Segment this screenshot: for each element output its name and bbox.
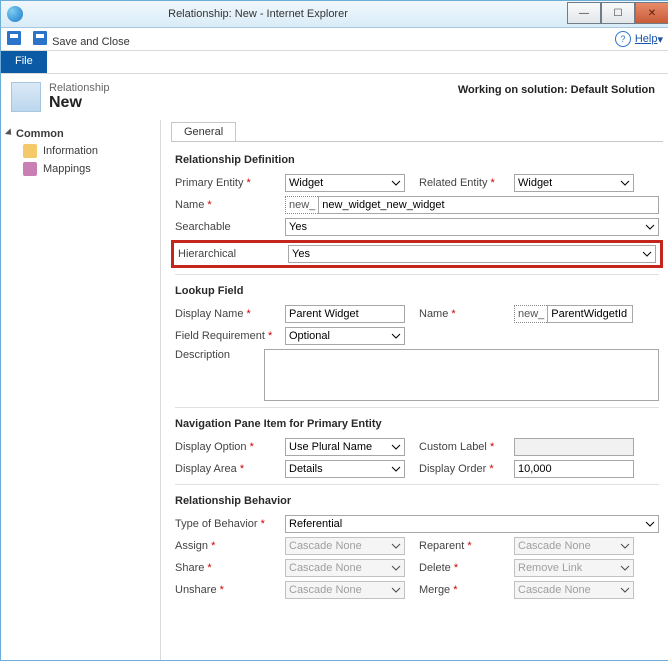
label-display-area: Display Area * bbox=[175, 463, 285, 475]
label-reparent: Reparent * bbox=[405, 540, 514, 552]
label-assign: Assign * bbox=[175, 540, 285, 552]
label-type-of-behavior: Type of Behavior * bbox=[175, 518, 285, 530]
ribbon: File bbox=[1, 51, 668, 74]
hierarchical-select[interactable]: Yes bbox=[288, 245, 656, 263]
collapse-icon bbox=[5, 128, 14, 137]
record-name: New bbox=[49, 94, 110, 112]
form: Relationship Definition Primary Entity *… bbox=[171, 142, 663, 607]
maximize-button[interactable]: ☐ bbox=[601, 2, 635, 24]
name-input[interactable] bbox=[318, 196, 659, 214]
minimize-button[interactable]: — bbox=[567, 2, 601, 24]
unshare-select: Cascade None bbox=[285, 581, 405, 599]
type-of-behavior-select[interactable]: Referential bbox=[285, 515, 659, 533]
label-delete: Delete * bbox=[405, 562, 514, 574]
window-controls: — ☐ ✕ bbox=[567, 4, 668, 24]
help-menu[interactable]: ?Help ▾ bbox=[615, 31, 663, 47]
section-relationship-behavior: Relationship Behavior bbox=[175, 484, 659, 511]
sidebar: Common Information Mappings bbox=[1, 120, 161, 660]
save-button[interactable] bbox=[7, 31, 23, 48]
label-name: Name * bbox=[175, 199, 285, 211]
section-relationship-definition: Relationship Definition bbox=[175, 150, 659, 170]
titlebar: Relationship: New - Internet Explorer — … bbox=[1, 1, 668, 28]
save-and-close-button[interactable]: Save and Close bbox=[33, 31, 130, 48]
mappings-icon bbox=[23, 162, 37, 176]
tabs: General bbox=[171, 122, 663, 142]
save-icon bbox=[7, 31, 21, 45]
display-order-input[interactable] bbox=[514, 460, 634, 478]
lookup-name-input[interactable] bbox=[547, 305, 633, 323]
label-display-order: Display Order * bbox=[405, 463, 514, 475]
label-description: Description bbox=[175, 349, 264, 361]
label-primary-entity: Primary Entity * bbox=[175, 177, 285, 189]
tab-general[interactable]: General bbox=[171, 122, 236, 141]
solution-context: Working on solution: Default Solution bbox=[444, 74, 668, 120]
header-row: Relationship New Working on solution: De… bbox=[1, 74, 668, 120]
field-requirement-select[interactable]: Optional bbox=[285, 327, 405, 345]
label-unshare: Unshare * bbox=[175, 584, 285, 596]
section-lookup-field: Lookup Field bbox=[175, 274, 659, 301]
sidebar-item-information[interactable]: Information bbox=[3, 142, 158, 160]
searchable-select[interactable]: Yes bbox=[285, 218, 659, 236]
label-hierarchical: Hierarchical bbox=[178, 248, 288, 260]
toolbar: Save and Close ?Help ▾ bbox=[1, 28, 668, 51]
section-navigation-pane: Navigation Pane Item for Primary Entity bbox=[175, 407, 659, 434]
name-prefix: new_ bbox=[285, 196, 318, 214]
description-textarea[interactable] bbox=[264, 349, 659, 401]
label-lookup-name: Name * bbox=[405, 308, 514, 320]
app-window: Relationship: New - Internet Explorer — … bbox=[0, 0, 668, 661]
window-title: Relationship: New - Internet Explorer bbox=[29, 8, 567, 20]
assign-select: Cascade None bbox=[285, 537, 405, 555]
display-name-input[interactable] bbox=[285, 305, 405, 323]
sidebar-heading-common[interactable]: Common bbox=[3, 126, 158, 142]
label-display-name: Display Name * bbox=[175, 308, 285, 320]
close-button[interactable]: ✕ bbox=[635, 2, 668, 24]
related-entity-select[interactable]: Widget bbox=[514, 174, 634, 192]
reparent-select: Cascade None bbox=[514, 537, 634, 555]
hierarchical-highlight: Hierarchical Yes bbox=[171, 240, 663, 268]
share-select: Cascade None bbox=[285, 559, 405, 577]
delete-select: Remove Link bbox=[514, 559, 634, 577]
display-area-select[interactable]: Details bbox=[285, 460, 405, 478]
label-share: Share * bbox=[175, 562, 285, 574]
custom-label-input bbox=[514, 438, 634, 456]
display-option-select[interactable]: Use Plural Name bbox=[285, 438, 405, 456]
label-merge: Merge * bbox=[405, 584, 514, 596]
label-custom-label: Custom Label * bbox=[405, 441, 514, 453]
merge-select: Cascade None bbox=[514, 581, 634, 599]
lookup-name-prefix: new_ bbox=[514, 305, 547, 323]
label-searchable: Searchable bbox=[175, 221, 285, 233]
help-icon: ? bbox=[615, 31, 631, 47]
sidebar-item-mappings[interactable]: Mappings bbox=[3, 160, 158, 178]
label-field-requirement: Field Requirement * bbox=[175, 330, 285, 342]
primary-entity-select[interactable]: Widget bbox=[285, 174, 405, 192]
save-close-icon bbox=[33, 31, 47, 45]
entity-label: Relationship bbox=[49, 82, 110, 94]
label-display-option: Display Option * bbox=[175, 441, 285, 453]
relationship-icon bbox=[11, 82, 41, 112]
ie-icon bbox=[7, 6, 23, 22]
info-icon bbox=[23, 144, 37, 158]
label-related-entity: Related Entity * bbox=[405, 177, 514, 189]
file-tab[interactable]: File bbox=[1, 51, 47, 73]
record-identity: Relationship New bbox=[1, 74, 120, 120]
main-pane: General Relationship Definition Primary … bbox=[161, 120, 668, 660]
